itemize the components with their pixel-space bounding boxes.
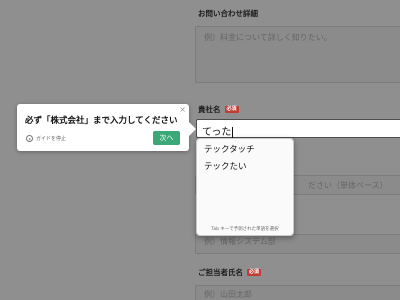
inquiry-details-textarea[interactable]: 例）料金について詳しく知りたい。: [195, 26, 400, 83]
ime-candidate[interactable]: テックたい: [204, 160, 247, 172]
department-input[interactable]: 例）情報システム部: [195, 234, 400, 254]
contact-name-input[interactable]: 例）山田太郎: [195, 285, 400, 300]
ime-candidate[interactable]: テックタッチ: [204, 143, 255, 155]
stop-guide-button[interactable]: ガイドを停止: [26, 135, 66, 142]
ime-hint: Tab キーで予測された単語を選択: [211, 227, 279, 232]
required-badge: 必須: [224, 106, 239, 113]
play-circle-icon: [26, 135, 33, 142]
guide-tooltip: × 必ず「株式会社」まで入力してください ガイドを停止 次へ: [17, 104, 196, 151]
required-badge: 必須: [247, 269, 262, 276]
inquiry-details-label: お問い合わせ詳細: [198, 9, 258, 18]
tooltip-arrow: [189, 122, 196, 136]
company-name-input[interactable]: てった: [196, 119, 400, 139]
tooltip-title: 必ず「株式会社」まで入力してください: [25, 116, 178, 126]
next-button[interactable]: 次へ: [153, 131, 180, 145]
contact-name-label: ご担当者氏名 必須: [198, 268, 262, 277]
ime-suggestion-popup: テックタッチ テックたい Tab キーで予測された単語を選択: [196, 138, 294, 236]
text-caret: [232, 126, 234, 138]
close-icon[interactable]: ×: [179, 105, 186, 114]
company-name-label: 貴社名 必須: [198, 105, 239, 114]
